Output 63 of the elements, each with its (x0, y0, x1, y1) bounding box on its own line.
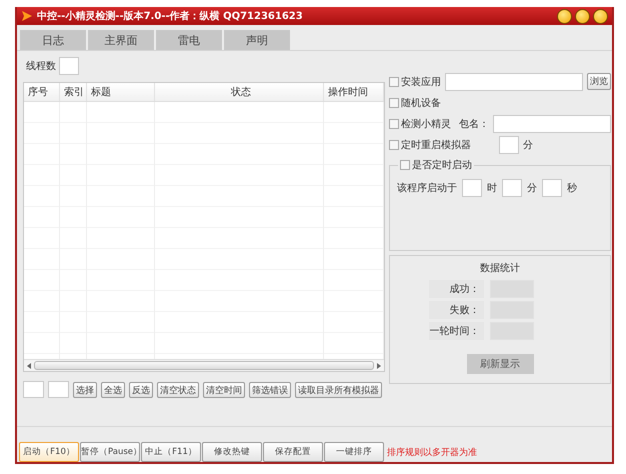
action-button[interactable]: 保存配置 (263, 442, 323, 462)
minutes-field[interactable] (499, 136, 519, 154)
action-button[interactable]: 修改热键 (202, 442, 262, 462)
horizontal-scrollbar[interactable] (24, 359, 384, 371)
list-button[interactable]: 选择 (73, 382, 97, 398)
browse-button[interactable]: 浏览 (587, 73, 611, 90)
column-header[interactable]: 标题 (87, 83, 155, 101)
note-text: 排序规则以多开器为准 (387, 446, 477, 458)
refresh-button[interactable]: 刷新显示 (466, 354, 534, 374)
minimize-button[interactable] (557, 8, 572, 24)
list-button[interactable]: 全选 (101, 382, 125, 398)
list-button[interactable]: 反选 (129, 382, 153, 398)
checkbox[interactable] (389, 76, 399, 86)
checkbox-label: 随机设备 (401, 96, 441, 110)
statistics-title: 数据统计 (480, 262, 520, 275)
list-button[interactable]: 读取目录所有模拟器 (295, 382, 382, 398)
time-field[interactable] (462, 179, 482, 197)
column-header[interactable]: 操作时间 (324, 83, 384, 101)
thread-count-field[interactable] (59, 57, 79, 75)
checkbox-label: 定时重启模拟器 (401, 138, 471, 152)
statistic-label: 一轮时间： (428, 322, 484, 340)
file-path-field[interactable] (445, 72, 583, 90)
play-logo-icon (21, 10, 33, 22)
text-field[interactable] (23, 381, 44, 398)
checkbox[interactable] (389, 140, 399, 150)
unit-label: 分 (527, 182, 537, 195)
tab[interactable]: 日志 (20, 30, 86, 50)
tab[interactable]: 主界面 (88, 30, 154, 50)
statistic-label: 失败： (428, 301, 484, 319)
checkbox-label: 是否定时启动 (412, 158, 472, 172)
maximize-button[interactable] (575, 8, 590, 24)
action-button[interactable]: 一键排序 (324, 442, 384, 462)
list-button[interactable]: 清空状态 (157, 382, 199, 398)
scroll-left-icon[interactable] (27, 362, 31, 368)
close-button[interactable] (593, 8, 608, 24)
time-field[interactable] (502, 179, 522, 197)
checkbox-label: 检测小精灵 (401, 118, 451, 130)
package-name-label: 包名： (459, 118, 489, 130)
scroll-right-icon[interactable] (377, 362, 381, 368)
checkbox-label: 安装应用 (401, 76, 441, 88)
action-button[interactable]: 暂停（Pause） (80, 442, 140, 462)
action-button[interactable]: 启动（F10） (19, 442, 79, 462)
column-header[interactable]: 序号 (24, 83, 60, 101)
text-field[interactable] (48, 381, 69, 398)
statistic-label: 成功： (428, 280, 484, 298)
checkbox[interactable] (389, 98, 399, 108)
list-button[interactable]: 清空时间 (203, 382, 245, 398)
tab[interactable]: 声明 (224, 30, 290, 50)
unit-label: 秒 (567, 182, 577, 195)
package-name-field[interactable] (493, 114, 611, 132)
list-button[interactable]: 筛选错误 (249, 382, 291, 398)
unit-label: 时 (487, 182, 497, 195)
checkbox[interactable] (389, 118, 399, 128)
checkbox[interactable] (400, 160, 410, 170)
start-time-label: 该程序启动于 (397, 182, 457, 195)
unit-label: 分 (523, 138, 533, 152)
window-title: 中控--小精灵检测--版本7.0--作者：纵横 QQ712361623 (37, 10, 304, 23)
thread-count-label: 线程数 (26, 60, 56, 73)
action-button[interactable]: 中止（F11） (141, 442, 201, 462)
tab[interactable]: 雷电 (156, 30, 222, 50)
column-header[interactable]: 索引 (60, 83, 87, 101)
time-field[interactable] (542, 179, 562, 197)
column-header[interactable]: 状态 (155, 83, 324, 101)
